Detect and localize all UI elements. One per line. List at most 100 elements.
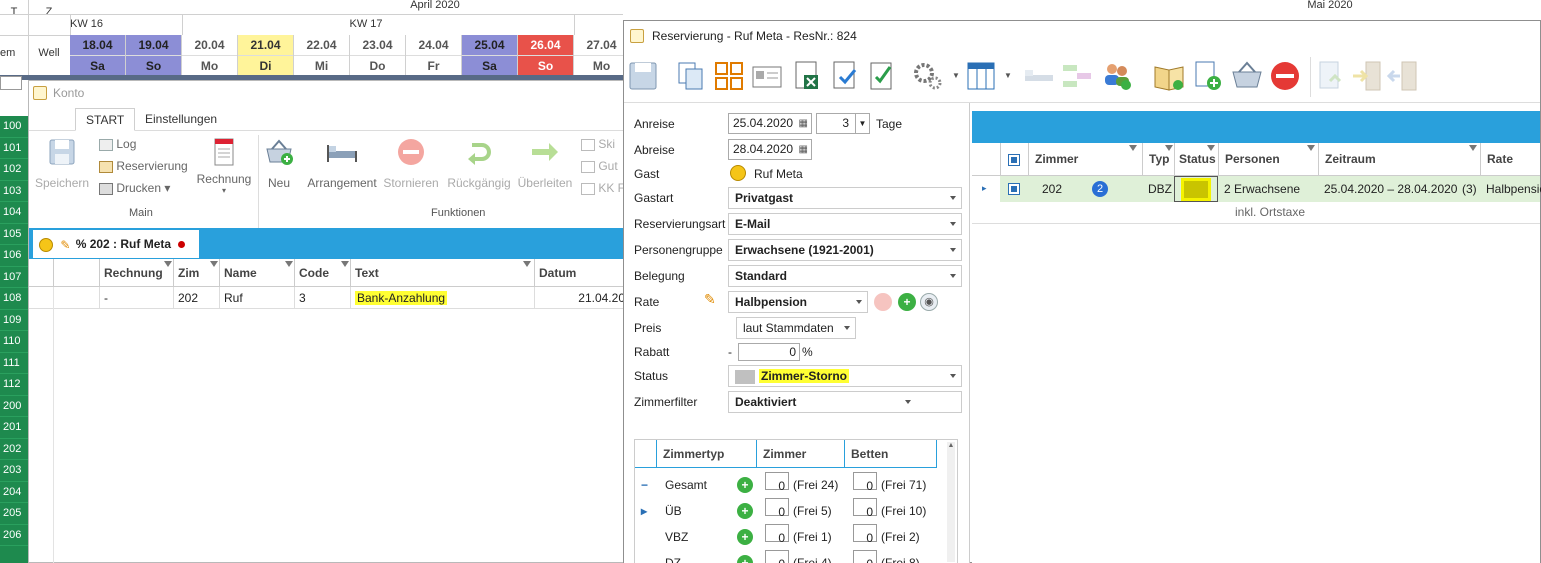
gut-button[interactable]: Gut (581, 159, 618, 173)
edit-list-icon[interactable] (866, 59, 900, 93)
filter-icon[interactable] (164, 261, 172, 267)
kk-button[interactable]: KK F (581, 181, 625, 195)
remove-rate-icon[interactable] (874, 293, 892, 311)
row-expand-icon[interactable]: ▸ (982, 183, 987, 194)
day-column[interactable]: 20.04 Mo (182, 35, 238, 75)
col-betten[interactable]: Betten (845, 440, 937, 468)
add-room-icon[interactable]: + (737, 529, 753, 545)
day-column[interactable]: 27.04 Mo (574, 35, 630, 75)
room-count-field[interactable]: 0 (765, 524, 789, 545)
ueberleiten-button[interactable]: Überleiten (517, 137, 573, 190)
room-number[interactable]: 102 (0, 159, 28, 181)
room-number[interactable]: 112 (0, 374, 28, 396)
col-rechnung[interactable]: Rechnung (99, 259, 173, 287)
registration-card-icon[interactable] (750, 59, 784, 93)
add-room-icon[interactable]: + (737, 555, 753, 563)
door-in-disabled-icon[interactable] (1350, 59, 1384, 93)
filter-icon[interactable] (1129, 145, 1137, 151)
room-number[interactable]: 204 (0, 482, 28, 503)
document-tab[interactable]: ✎ % 202 : Ruf Meta (33, 230, 199, 258)
day-column[interactable]: 24.04 Fr (406, 35, 462, 75)
col-name[interactable]: Name (219, 259, 294, 287)
rate-select[interactable]: Halbpension (728, 291, 868, 313)
belegung-select[interactable]: Standard (728, 265, 962, 287)
filter-icon[interactable] (1307, 145, 1315, 151)
room-number[interactable]: 205 (0, 503, 28, 525)
col-typ[interactable]: Typ (1142, 143, 1174, 175)
room-number[interactable]: 106 (0, 245, 28, 267)
cancel-icon[interactable] (1268, 59, 1302, 93)
personengruppe-select[interactable]: Erwachsene (1921-2001) (728, 239, 962, 261)
basket-icon[interactable] (1230, 59, 1264, 93)
filter-icon[interactable] (523, 261, 531, 267)
room-number[interactable]: 108 (0, 288, 28, 310)
vertical-scrollbar[interactable]: ▲ (947, 442, 955, 562)
layout-icon[interactable] (712, 59, 746, 93)
col-code[interactable]: Code (294, 259, 350, 287)
reservierungsart-select[interactable]: E-Mail (728, 213, 962, 235)
table-row[interactable]: - 202 Ruf 3 Bank-Anzahlung 21.04.20 (29, 287, 627, 309)
row-checkbox[interactable] (1008, 183, 1020, 195)
add-guests-icon[interactable] (1100, 59, 1134, 93)
rabatt-field[interactable]: 0 (738, 343, 800, 361)
col-personen[interactable]: Personen (1218, 143, 1318, 175)
filter-icon[interactable] (1207, 145, 1215, 151)
filter-icon[interactable] (1469, 145, 1477, 151)
columns-icon[interactable] (964, 59, 998, 93)
room-number[interactable]: 111 (0, 353, 28, 374)
day-column[interactable]: 18.04 Sa (70, 35, 126, 75)
table-row[interactable]: 202 2 DBZ 2 Erwachsene 25.04.2020 – 28.0… (1000, 176, 1541, 202)
day-column[interactable]: 21.04 Di (238, 35, 294, 75)
col-zimmer[interactable]: Zimmer (757, 440, 845, 468)
drucken-button[interactable]: Drucken ▾ (99, 181, 170, 195)
room-type-row[interactable]: − Gesamt +0 (Frei 24) 0 (Frei 71) (635, 472, 945, 498)
anreise-date-field[interactable]: 25.04.2020 ▦ (728, 113, 812, 134)
rueckgaengig-button[interactable]: Rückgängig (447, 137, 511, 190)
room-type-row[interactable]: DZ +0 (Frei 4) 0 (Frei 8) (635, 550, 945, 563)
rechnung-button[interactable]: Rechnung ▾ (193, 137, 255, 195)
excel-export-icon[interactable] (790, 59, 824, 93)
room-number[interactable]: 100 (0, 116, 28, 138)
col-status[interactable]: Status (1174, 143, 1218, 175)
col-text[interactable]: Text (350, 259, 534, 287)
neu-button[interactable]: Neu (261, 137, 297, 190)
room-count-field[interactable]: 0 (765, 550, 789, 563)
day-column[interactable]: 23.04 Do (350, 35, 406, 75)
day-column[interactable]: 19.04 So (126, 35, 182, 75)
col-datum[interactable]: Datum (534, 259, 627, 287)
save-icon[interactable] (626, 59, 660, 93)
room-number[interactable]: 200 (0, 396, 28, 417)
add-room-icon[interactable]: + (737, 503, 753, 519)
arrangement-button[interactable]: Arrangement (305, 137, 379, 190)
gastart-select[interactable]: Privatgast (728, 187, 962, 209)
bed-count-field[interactable]: 0 (853, 498, 877, 519)
col-zim[interactable]: Zim (173, 259, 219, 287)
settings-dropdown-icon[interactable]: ▼ (952, 71, 960, 80)
settings-icon[interactable] (910, 59, 944, 93)
room-number[interactable]: 202 (0, 439, 28, 460)
col-select[interactable] (1000, 143, 1028, 175)
log-button[interactable]: Log (99, 137, 136, 151)
tab-einstellungen[interactable]: Einstellungen (135, 108, 227, 131)
room-number[interactable]: 110 (0, 331, 28, 353)
filter-icon[interactable] (341, 261, 349, 267)
status-select[interactable]: Zimmer-Storno (728, 365, 962, 387)
stornieren-button[interactable]: Stornieren (383, 137, 439, 190)
col-empty[interactable] (53, 259, 99, 287)
filter-icon[interactable] (1165, 145, 1173, 151)
room-number[interactable]: 206 (0, 525, 28, 546)
tage-field[interactable]: 3 ▼ (816, 113, 870, 134)
door-out-disabled-icon[interactable] (1386, 59, 1420, 93)
document-check-icon[interactable] (828, 59, 862, 93)
select-all-checkbox[interactable] (1008, 153, 1020, 166)
tab-start[interactable]: START (75, 108, 136, 131)
bed-disabled-icon[interactable] (1022, 59, 1056, 93)
day-column[interactable]: 22.04 Mi (294, 35, 350, 75)
add-rate-icon[interactable]: + (898, 293, 916, 311)
reservierung-button[interactable]: Reservierung (99, 159, 188, 173)
gast-value[interactable]: Ruf Meta (754, 167, 803, 181)
room-number[interactable]: 201 (0, 417, 28, 439)
day-column[interactable]: 25.04 Sa (462, 35, 518, 75)
columns-dropdown-icon[interactable]: ▼ (1004, 71, 1012, 80)
day-column[interactable]: 26.04 So (518, 35, 574, 75)
